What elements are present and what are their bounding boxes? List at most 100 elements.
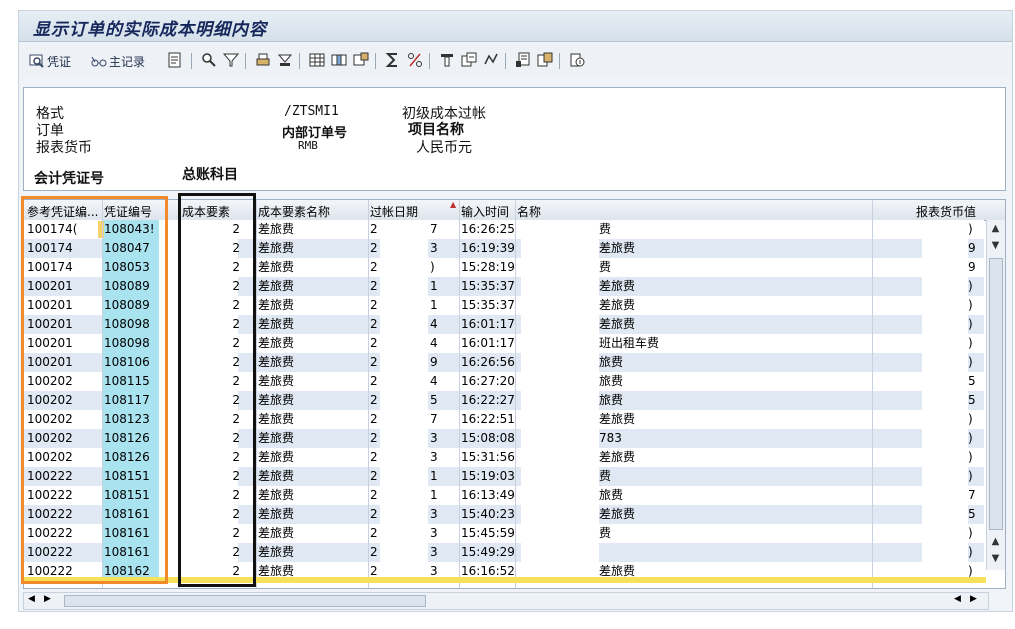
cell-entry-time[interactable]: 16:19:39	[461, 239, 515, 258]
master-record-button[interactable]: 主记录	[91, 52, 145, 70]
cell-cost-element-name[interactable]: 差旅费	[258, 258, 358, 277]
cell-entry-time[interactable]: 16:22:51	[461, 410, 515, 429]
cell-entry-time[interactable]: 15:35:37	[461, 296, 515, 315]
cell-entry-time[interactable]: 16:13:49	[461, 486, 515, 505]
export-icon[interactable]	[461, 52, 477, 68]
print-icon[interactable]	[255, 52, 271, 68]
cell-posting-date-end[interactable]: 4	[430, 334, 450, 353]
scroll-down-icon[interactable]: ▼	[988, 551, 1003, 566]
cell-cost-element-name[interactable]: 差旅费	[258, 505, 358, 524]
column-header-posting-date[interactable]: 过帐日期	[370, 203, 450, 220]
table-row[interactable]: 100201 108089 2 差旅费 2 1 15:35:37 差旅费)	[24, 277, 984, 296]
cell-name[interactable]: 班出租车费	[599, 334, 779, 353]
cell-cost-element-name[interactable]: 差旅费	[258, 277, 358, 296]
cell-posting-date-end[interactable]: 9	[430, 353, 450, 372]
cell-posting-date-start[interactable]: 2	[370, 334, 380, 353]
cell-entry-time[interactable]: 15:45:59	[461, 524, 515, 543]
cell-posting-date-start[interactable]: 2	[370, 220, 380, 239]
horizontal-scroll-thumb[interactable]	[64, 595, 426, 607]
cell-posting-date-end[interactable]: 3	[430, 239, 450, 258]
cell-entry-time[interactable]: 15:49:29	[461, 543, 515, 562]
scroll-up-icon[interactable]: ▲	[988, 221, 1003, 236]
cell-cost-element-name[interactable]: 差旅费	[258, 372, 358, 391]
table-row[interactable]: 100201 108089 2 差旅费 2 1 15:35:37 差旅费)	[24, 296, 984, 315]
cell-entry-time[interactable]: 16:01:17	[461, 334, 515, 353]
cell-amount[interactable]: )	[968, 353, 980, 372]
cell-cost-element-name[interactable]: 差旅费	[258, 296, 358, 315]
scroll-up-icon[interactable]: ▲	[988, 534, 1003, 549]
cell-cost-element-name[interactable]: 差旅费	[258, 353, 358, 372]
cell-name[interactable]: 旅费	[599, 391, 779, 410]
cell-cost-element-name[interactable]: 差旅费	[258, 467, 358, 486]
scroll-right-icon[interactable]: ▶	[970, 594, 977, 604]
cell-name[interactable]: 费	[599, 258, 779, 277]
column-header-entry-time[interactable]: 输入时间	[461, 203, 516, 220]
sum-icon[interactable]	[385, 52, 401, 68]
cell-name[interactable]: 旅费	[599, 372, 779, 391]
cell-posting-date-end[interactable]: 1	[430, 296, 450, 315]
select-layout-icon[interactable]	[515, 52, 531, 68]
cell-cost-element-name[interactable]: 差旅费	[258, 448, 358, 467]
cell-name[interactable]: 费	[599, 524, 779, 543]
table-row[interactable]: 100202 108117 2 差旅费 2 5 16:22:27 旅费 5	[24, 391, 984, 410]
table-row[interactable]: 100202 108115 2 差旅费 2 4 16:27:20 旅费 5	[24, 372, 984, 391]
grid-layout-icon[interactable]	[309, 52, 325, 68]
cell-posting-date-start[interactable]: 2	[370, 543, 380, 562]
filter-icon[interactable]	[223, 52, 239, 68]
table-row[interactable]: 100174(108043! 2 差旅费 2 7 16:26:25 费)	[24, 220, 984, 239]
cell-entry-time[interactable]: 16:22:27	[461, 391, 515, 410]
voucher-button[interactable]: 凭证	[29, 52, 71, 70]
cell-amount[interactable]: )	[968, 220, 980, 239]
save-layout-icon[interactable]	[537, 52, 553, 68]
cell-cost-element-name[interactable]: 差旅费	[258, 429, 358, 448]
table-row[interactable]: 100222 108151 2 差旅费 2 1 16:13:49 旅费 7	[24, 486, 984, 505]
cell-cost-element-name[interactable]: 差旅费	[258, 524, 358, 543]
scroll-right-icon[interactable]: ▶	[44, 594, 51, 604]
sort-icon[interactable]	[439, 52, 455, 68]
column-header-amount[interactable]: 报表货币值	[916, 203, 986, 220]
cell-posting-date-end[interactable]: )	[430, 258, 450, 277]
cell-posting-date-start[interactable]: 2	[370, 353, 380, 372]
cell-name[interactable]: 差旅费	[599, 448, 779, 467]
cell-cost-element-name[interactable]: 差旅费	[258, 239, 358, 258]
cell-amount[interactable]: 7	[968, 486, 980, 505]
cell-name[interactable]: 费	[599, 220, 779, 239]
cell-posting-date-start[interactable]: 2	[370, 277, 380, 296]
cell-amount[interactable]: )	[968, 543, 980, 562]
cell-posting-date-start[interactable]: 2	[370, 410, 380, 429]
column-header-cost-element-name[interactable]: 成本要素名称	[258, 203, 368, 220]
cell-amount[interactable]: 9	[968, 258, 980, 277]
column-header-name[interactable]: 名称	[517, 203, 617, 220]
table-row[interactable]: 100222 108151 2 差旅费 2 1 15:19:03 费)	[24, 467, 984, 486]
table-row[interactable]: 100201 108106 2 差旅费 2 9 16:26:56 旅费)	[24, 353, 984, 372]
cell-posting-date-end[interactable]: 7	[430, 410, 450, 429]
cell-posting-date-start[interactable]: 2	[370, 372, 380, 391]
cell-name[interactable]: 费	[599, 467, 779, 486]
cell-entry-time[interactable]: 16:01:17	[461, 315, 515, 334]
graphic-icon[interactable]	[483, 52, 499, 68]
cell-amount[interactable]: )	[968, 429, 980, 448]
cell-name[interactable]: 783	[599, 429, 779, 448]
horizontal-scrollbar[interactable]: ◀ ▶ ◀ ▶	[23, 592, 989, 610]
percent-icon[interactable]	[407, 52, 423, 68]
table-row[interactable]: 100202 108126 2 差旅费 2 3 15:31:56 差旅费)	[24, 448, 984, 467]
table-row[interactable]: 100201 108098 2 差旅费 2 4 16:01:17 班出租车费)	[24, 334, 984, 353]
cell-name[interactable]: 差旅费	[599, 315, 779, 334]
cell-name[interactable]: 旅费	[599, 486, 779, 505]
cell-posting-date-end[interactable]: 7	[430, 220, 450, 239]
cell-cost-element-name[interactable]: 差旅费	[258, 410, 358, 429]
cell-posting-date-end[interactable]: 5	[430, 391, 450, 410]
cell-name[interactable]: 差旅费	[599, 410, 779, 429]
cell-posting-date-end[interactable]: 4	[430, 315, 450, 334]
info-icon[interactable]	[569, 52, 585, 68]
table-row[interactable]: 100174 108047 2 差旅费 2 3 16:19:39 差旅费 9	[24, 239, 984, 258]
cell-amount[interactable]: )	[968, 315, 980, 334]
cell-name[interactable]: 差旅费	[599, 277, 779, 296]
cell-amount[interactable]: 5	[968, 391, 980, 410]
cell-posting-date-end[interactable]: 3	[430, 524, 450, 543]
cell-entry-time[interactable]: 16:27:20	[461, 372, 515, 391]
column-icon[interactable]	[331, 52, 347, 68]
table-row[interactable]: 100174 108053 2 差旅费 2) 15:28:19 费 9	[24, 258, 984, 277]
table-row[interactable]: 100222 108161 2 差旅费 2 3 15:49:29)	[24, 543, 984, 562]
cell-entry-time[interactable]: 15:19:03	[461, 467, 515, 486]
